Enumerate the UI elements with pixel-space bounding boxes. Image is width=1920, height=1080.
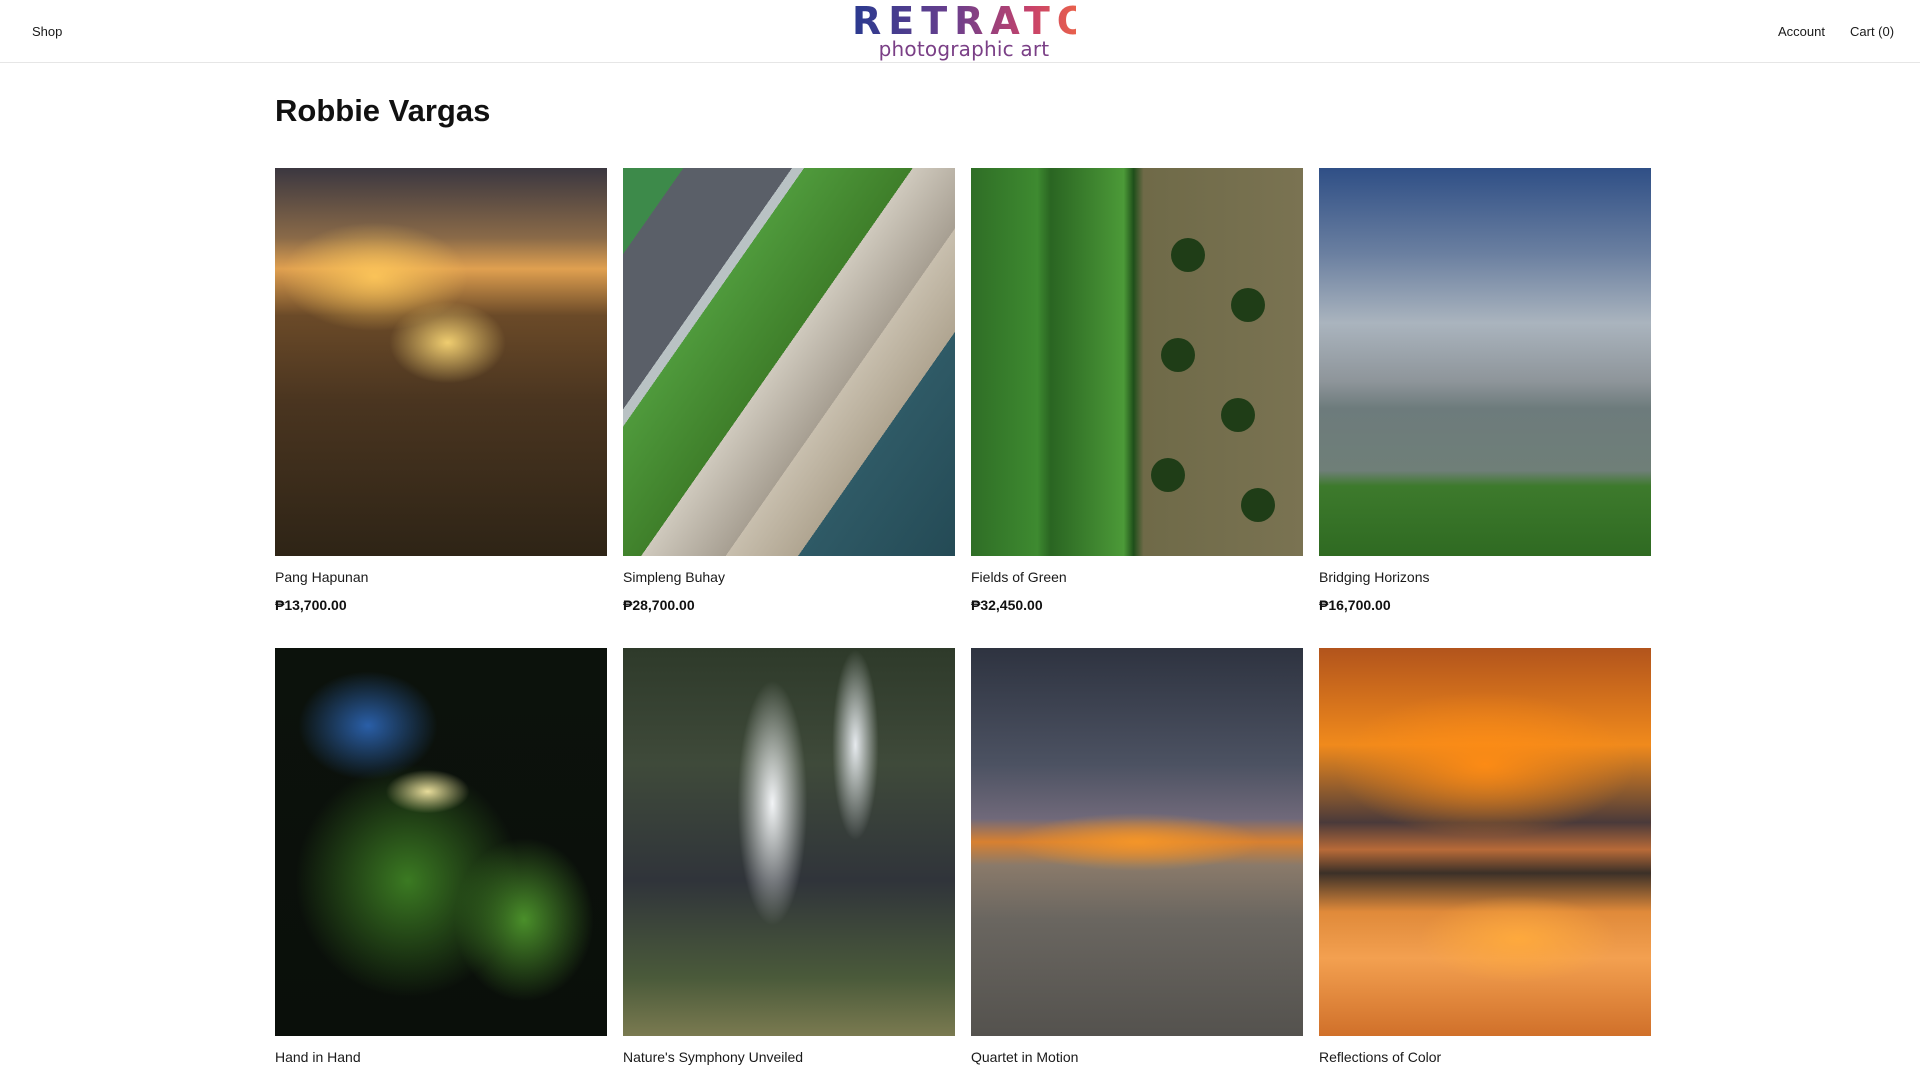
product-image[interactable]: [275, 648, 607, 1036]
product-grid: Pang Hapunan ₱13,700.00 Simpleng Buhay ₱…: [275, 168, 1652, 1067]
logo-wordmark: RETRATO: [852, 0, 1097, 43]
product-card[interactable]: Reflections of Color: [1319, 648, 1651, 1067]
product-price: ₱28,700.00: [623, 597, 695, 613]
product-price: ₱32,450.00: [971, 597, 1043, 613]
product-title[interactable]: Fields of Green: [971, 569, 1303, 587]
product-card[interactable]: Quartet in Motion: [971, 648, 1303, 1067]
account-link[interactable]: Account: [1778, 24, 1825, 39]
logo-tagline: photographic art: [878, 37, 1050, 61]
product-card[interactable]: Pang Hapunan ₱13,700.00: [275, 168, 607, 613]
product-image[interactable]: [971, 168, 1303, 556]
product-title[interactable]: Pang Hapunan: [275, 569, 607, 587]
product-image[interactable]: [623, 168, 955, 556]
tree-shape: [1231, 288, 1265, 322]
tree-shape: [1221, 398, 1255, 432]
product-price: ₱16,700.00: [1319, 597, 1391, 613]
product-title[interactable]: Nature's Symphony Unveiled: [623, 1049, 955, 1067]
tree-shape: [1171, 238, 1205, 272]
product-card[interactable]: Bridging Horizons ₱16,700.00: [1319, 168, 1651, 613]
tree-shape: [1161, 338, 1195, 372]
tree-shape: [1151, 458, 1185, 492]
site-header: Shop RETRATO photographic art Account Ca…: [0, 0, 1920, 63]
cart-link[interactable]: Cart (0): [1850, 24, 1894, 39]
product-image[interactable]: [971, 648, 1303, 1036]
shop-link[interactable]: Shop: [32, 24, 62, 39]
product-title[interactable]: Reflections of Color: [1319, 1049, 1651, 1067]
retrato-logo[interactable]: RETRATO photographic art: [852, 0, 1097, 63]
page-title: Robbie Vargas: [275, 93, 491, 128]
product-title[interactable]: Simpleng Buhay: [623, 569, 955, 587]
product-card[interactable]: Hand in Hand: [275, 648, 607, 1067]
product-image[interactable]: [275, 168, 607, 556]
product-title[interactable]: Bridging Horizons: [1319, 569, 1651, 587]
tree-shape: [1241, 488, 1275, 522]
product-price: ₱13,700.00: [275, 597, 347, 613]
product-title[interactable]: Quartet in Motion: [971, 1049, 1303, 1067]
product-image[interactable]: [1319, 648, 1651, 1036]
product-card[interactable]: Nature's Symphony Unveiled: [623, 648, 955, 1067]
product-title[interactable]: Hand in Hand: [275, 1049, 607, 1067]
product-card[interactable]: Fields of Green ₱32,450.00: [971, 168, 1303, 613]
product-image[interactable]: [1319, 168, 1651, 556]
product-card[interactable]: Simpleng Buhay ₱28,700.00: [623, 168, 955, 613]
product-image[interactable]: [623, 648, 955, 1036]
